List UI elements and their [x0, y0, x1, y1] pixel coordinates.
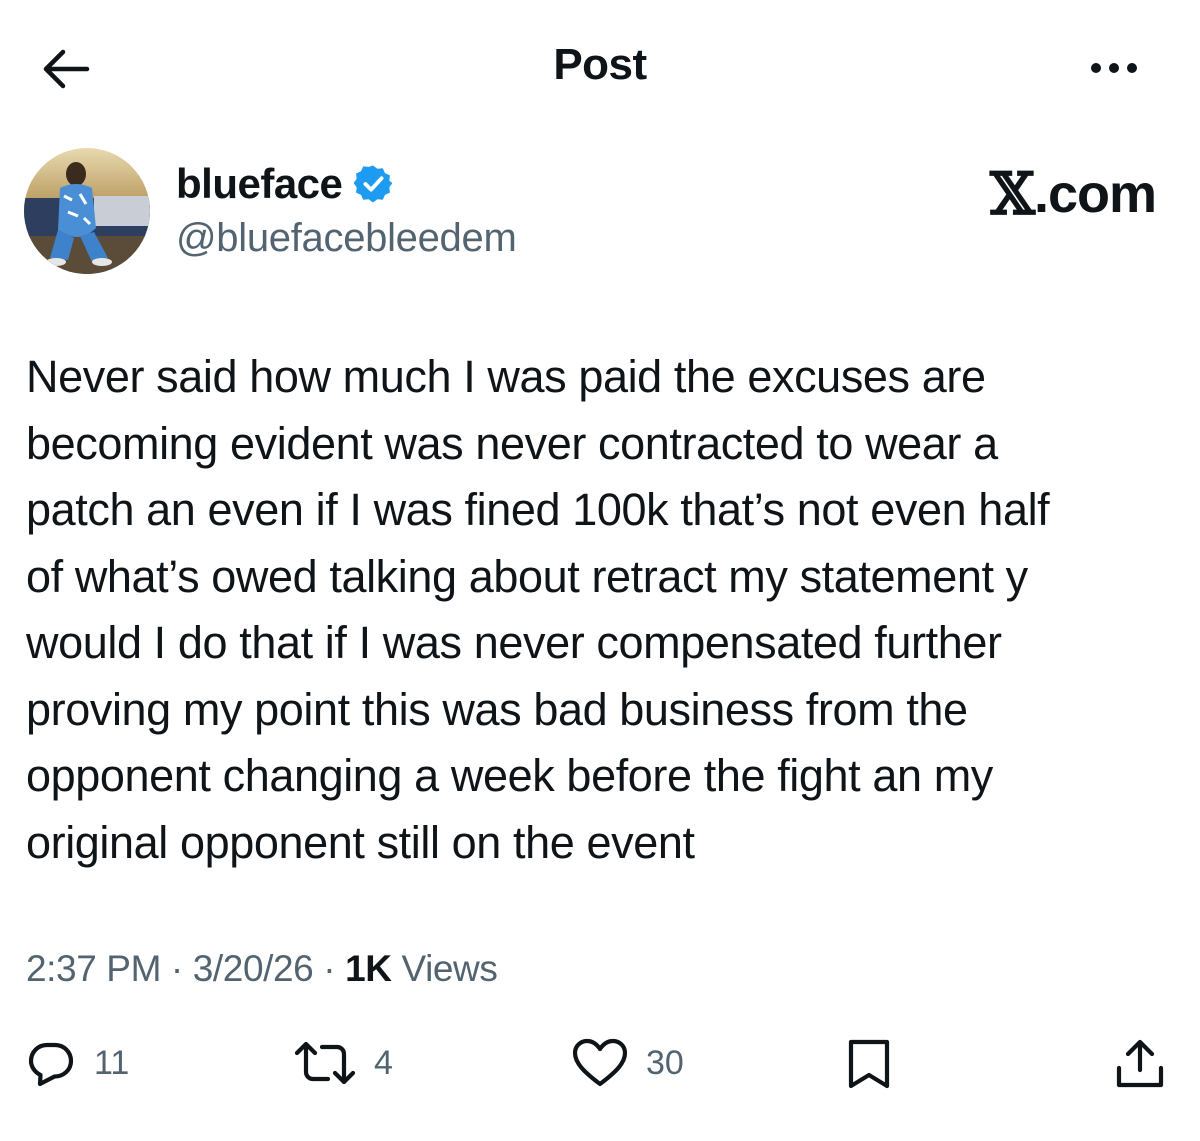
share-icon	[1116, 1039, 1164, 1088]
bookmark-button[interactable]	[846, 1038, 892, 1090]
post-text: Never said how much I was paid the excus…	[26, 351, 1050, 868]
reply-button[interactable]: 11	[26, 1038, 129, 1088]
meta-separator: ·	[323, 948, 336, 989]
share-button[interactable]	[1114, 1038, 1166, 1090]
display-name[interactable]: blueface	[176, 160, 343, 208]
author-block: blueface @bluefacebleedem	[176, 158, 517, 261]
avatar-image	[24, 148, 150, 274]
post-metadata: 2:37 PM · 3/20/26 · 1K Views	[26, 948, 498, 990]
reply-count: 11	[94, 1043, 130, 1082]
post-time[interactable]: 2:37 PM	[26, 948, 161, 989]
display-name-row: blueface	[176, 158, 516, 210]
page-title: Post	[553, 40, 647, 89]
action-bar: 11 4 30	[0, 1030, 1200, 1100]
more-options-button[interactable]	[1084, 50, 1144, 86]
top-bar: Post	[0, 0, 1200, 130]
verified-badge-icon	[354, 165, 393, 203]
avatar[interactable]	[24, 148, 150, 274]
like-button[interactable]: 30	[572, 1038, 684, 1088]
user-handle[interactable]: @bluefacebleedem	[176, 216, 517, 261]
x-logo-icon: 𝕏	[989, 160, 1035, 228]
x-com-watermark: 𝕏 .com	[989, 160, 1157, 228]
bookmark-icon	[848, 1039, 890, 1089]
repost-icon	[294, 1041, 356, 1085]
more-horizontal-icon	[1091, 63, 1101, 73]
heart-icon	[572, 1038, 628, 1087]
views-count: 1K	[345, 948, 392, 989]
repost-button[interactable]: 4	[294, 1038, 393, 1088]
meta-separator: ·	[170, 948, 183, 989]
watermark-suffix: .com	[1033, 164, 1157, 224]
like-count: 30	[646, 1043, 684, 1082]
post-date[interactable]: 3/20/26	[193, 948, 314, 989]
reply-icon	[28, 1042, 74, 1087]
repost-count: 4	[374, 1043, 393, 1082]
views-label: Views	[401, 948, 498, 989]
